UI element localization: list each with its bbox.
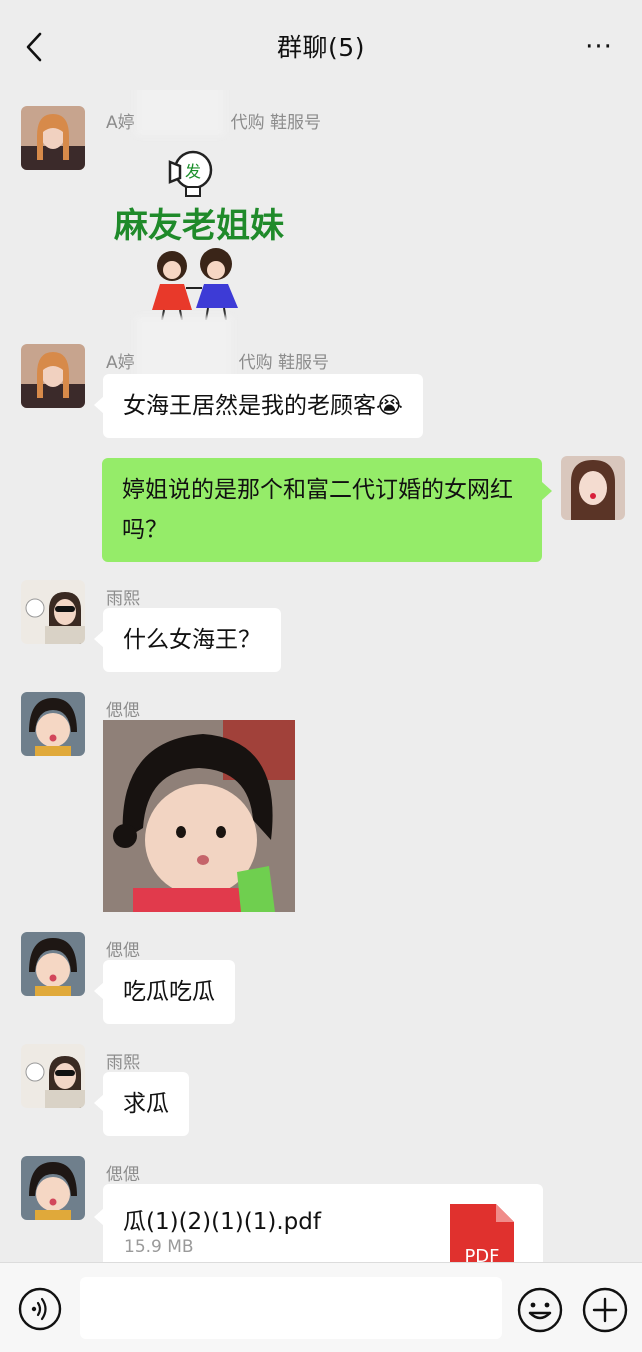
- pdf-label: PDF: [464, 1246, 499, 1262]
- avatar[interactable]: [21, 106, 85, 170]
- avatar[interactable]: [21, 932, 85, 996]
- message-bubble[interactable]: 女海王居然是我的老顾客😭: [94, 374, 423, 438]
- more-icon[interactable]: ···: [582, 34, 616, 60]
- message-input[interactable]: [80, 1277, 502, 1339]
- sticker[interactable]: 发 麻友老姐妹: [104, 140, 294, 321]
- avatar[interactable]: [21, 580, 85, 644]
- child-photo: [103, 720, 295, 912]
- sender-name: 偲偲: [106, 1165, 140, 1185]
- sender-name: 雨熙: [106, 589, 140, 609]
- my-avatar[interactable]: [561, 456, 625, 520]
- sender-name: 偲偲: [106, 941, 140, 961]
- my-message-bubble[interactable]: 婷姐说的是那个和富二代订婚的女网红吗？: [102, 458, 552, 562]
- sticker-text: 麻友老姐妹: [114, 206, 284, 246]
- title-bar: 群聊(5) ···: [0, 0, 642, 90]
- sender-name: 偲偲: [106, 701, 140, 721]
- input-bar: [0, 1262, 642, 1352]
- message-bubble[interactable]: 求瓜: [94, 1072, 189, 1136]
- redaction-blur: [136, 90, 224, 136]
- plus-icon[interactable]: [582, 1287, 628, 1333]
- avatar[interactable]: [21, 344, 85, 408]
- file-message[interactable]: 瓜(1)(2)(1)(1).pdf 15.9 MB PDF: [94, 1184, 543, 1262]
- message-bubble[interactable]: 吃瓜吃瓜: [94, 960, 235, 1024]
- image-message[interactable]: [103, 720, 295, 912]
- sender-name: 雨熙: [106, 1053, 140, 1073]
- message-list[interactable]: A婷 代购 鞋服号 发 麻友老姐妹 A婷 代购 鞋服号 女海王居然是我的老顾客😭…: [0, 90, 642, 1262]
- file-size: 15.9 MB: [124, 1237, 194, 1257]
- avatar[interactable]: [21, 1044, 85, 1108]
- avatar[interactable]: [21, 692, 85, 756]
- message-bubble[interactable]: 什么女海王？: [94, 608, 281, 672]
- page-title: 群聊(5): [277, 33, 365, 62]
- voice-icon[interactable]: [18, 1287, 62, 1331]
- emoji-icon[interactable]: [517, 1287, 563, 1333]
- file-name: 瓜(1)(2)(1)(1).pdf: [123, 1209, 321, 1235]
- avatar[interactable]: [21, 1156, 85, 1220]
- redaction-blur: [136, 316, 232, 382]
- pdf-icon: PDF: [450, 1204, 514, 1262]
- sticker-illustration: 发 麻友老姐妹: [114, 150, 284, 321]
- sticker-badge: 发: [185, 162, 201, 181]
